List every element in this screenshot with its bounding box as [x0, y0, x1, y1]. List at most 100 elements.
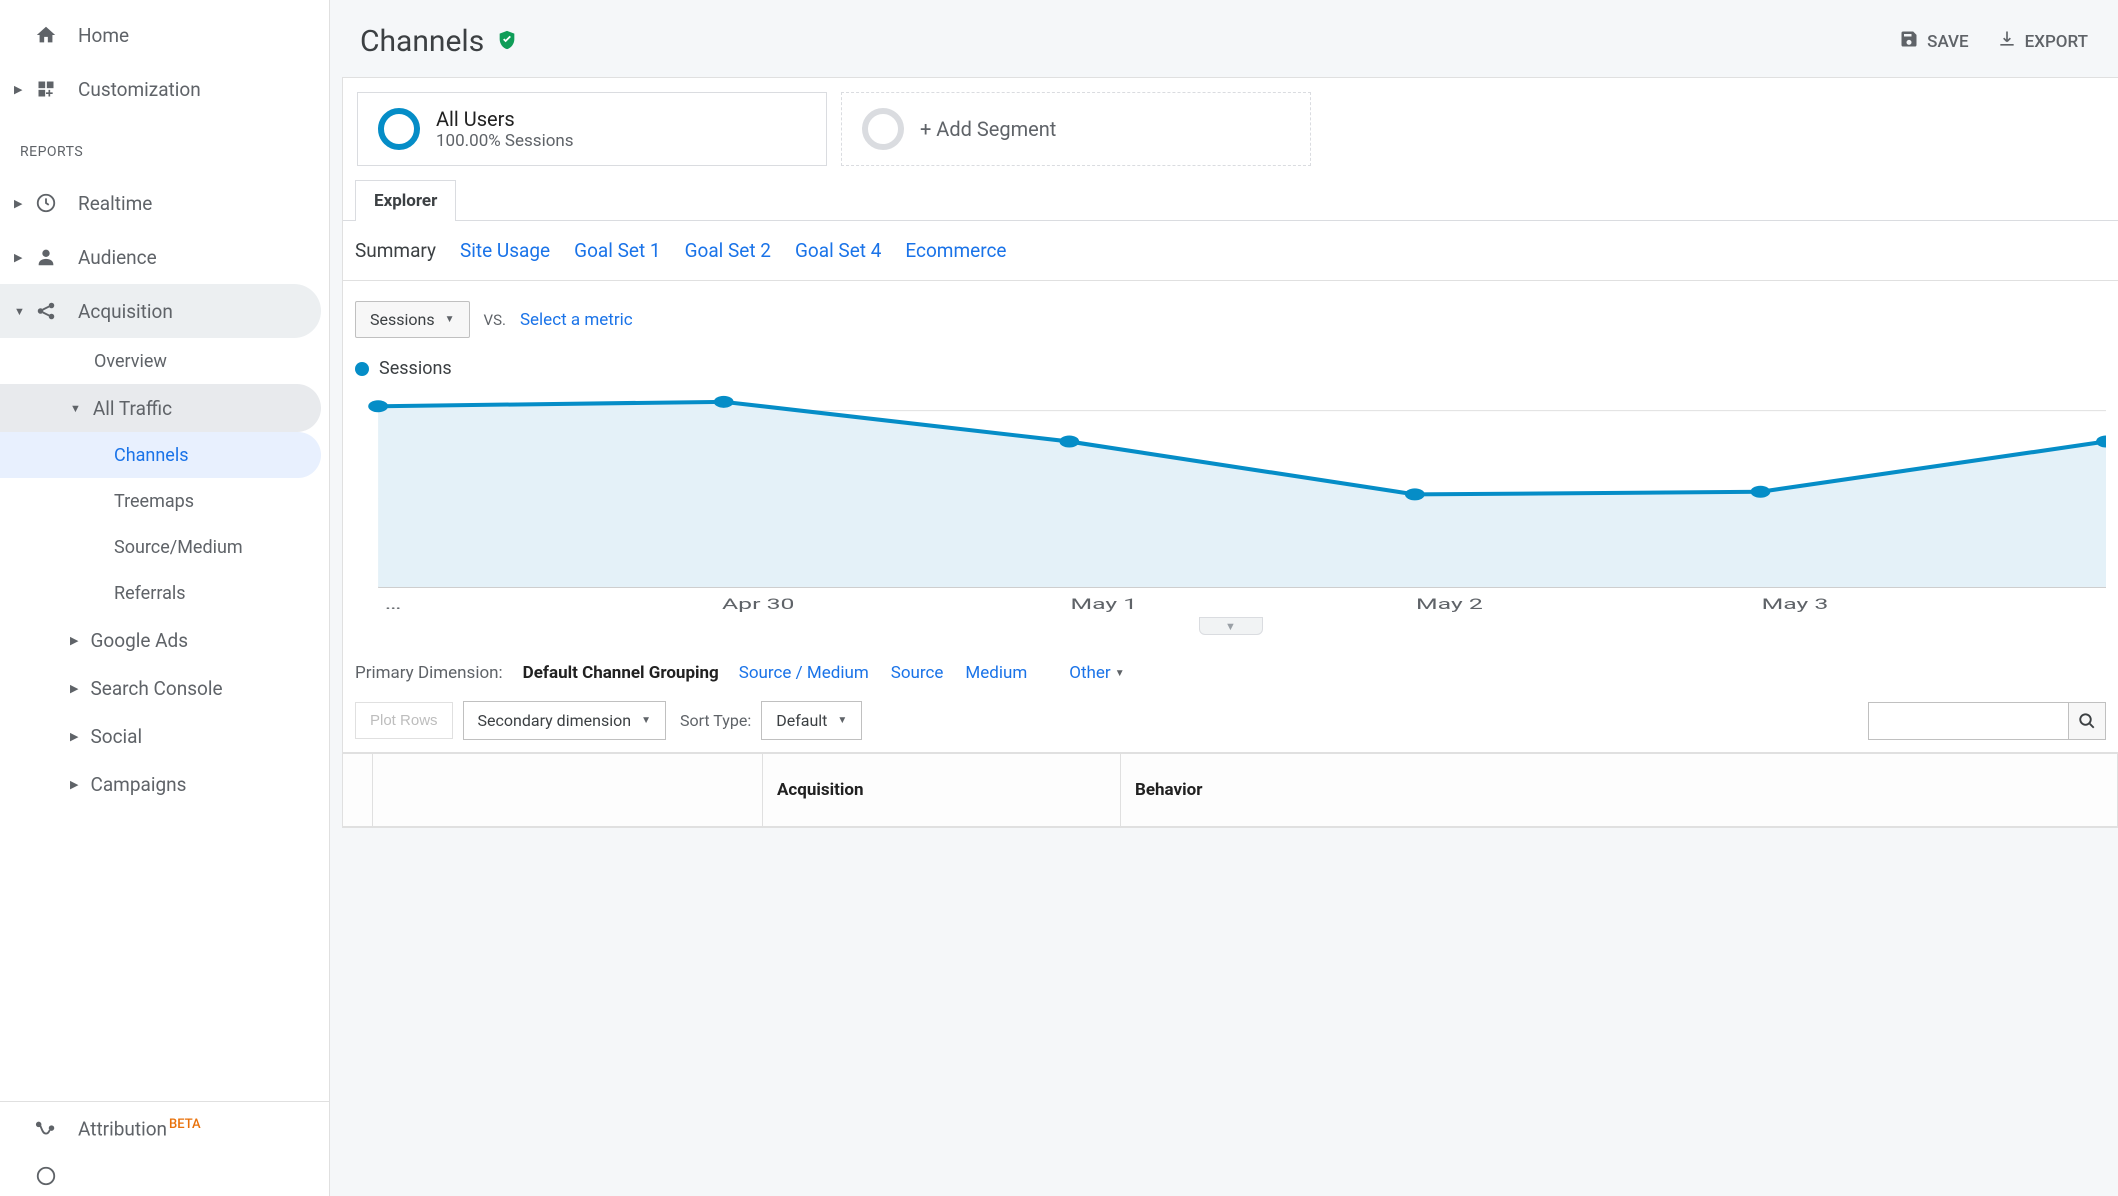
subnav-google-ads-label: Google Ads — [90, 629, 188, 652]
chart-legend-label: Sessions — [379, 358, 452, 379]
dimension-link-medium[interactable]: Medium — [965, 663, 1027, 683]
th-checkbox — [343, 754, 373, 827]
subnav-all-traffic[interactable]: ▼ All Traffic — [0, 384, 321, 432]
secondary-dimension-dropdown[interactable]: Secondary dimension ▼ — [463, 701, 666, 740]
subnav-google-ads[interactable]: ▶ Google Ads — [0, 616, 329, 664]
nav-realtime[interactable]: ▶ Realtime — [0, 176, 329, 230]
nav-audience-label: Audience — [78, 246, 157, 269]
th-behavior: Behavior — [1121, 754, 2118, 827]
table-search-button[interactable] — [2068, 702, 2106, 740]
download-icon — [1997, 29, 2017, 54]
th-dimension — [373, 754, 763, 827]
metric-primary-label: Sessions — [370, 310, 435, 329]
segment-title: All Users — [436, 107, 574, 131]
subnav-campaigns[interactable]: ▶ Campaigns — [0, 760, 329, 808]
nav-audience[interactable]: ▶ Audience — [0, 230, 329, 284]
vs-label: VS. — [484, 311, 506, 329]
person-icon — [34, 245, 58, 269]
th-acquisition: Acquisition — [763, 754, 1121, 827]
subtab-goal-set-4[interactable]: Goal Set 4 — [795, 239, 881, 262]
subtab-goal-set-1[interactable]: Goal Set 1 — [574, 239, 660, 262]
add-segment-button[interactable]: + Add Segment — [841, 92, 1311, 166]
segment-circle-empty-icon — [862, 108, 904, 150]
sidebar: Home ▶ Customization REPORTS ▶ Realtime … — [0, 0, 330, 1196]
dimension-active[interactable]: Default Channel Grouping — [523, 663, 719, 683]
table-header-row: Acquisition Behavior — [343, 753, 2118, 827]
caret-right-icon: ▶ — [70, 634, 78, 647]
caret-down-icon: ▼ — [837, 715, 847, 726]
nav-discover[interactable] — [0, 1156, 329, 1196]
subnav-channels[interactable]: Channels — [0, 432, 321, 478]
nav-acquisition[interactable]: ▼ Acquisition — [0, 284, 321, 338]
subnav-search-console[interactable]: ▶ Search Console — [0, 664, 329, 712]
chart-resize-handle[interactable]: ▼ — [1199, 617, 1263, 635]
subnav-all-traffic-label: All Traffic — [93, 397, 172, 420]
nav-home-label: Home — [78, 24, 129, 47]
caret-right-icon: ▶ — [70, 730, 78, 743]
svg-text:Apr 30: Apr 30 — [722, 595, 794, 613]
subtab-site-usage[interactable]: Site Usage — [460, 239, 550, 262]
nav-acquisition-label: Acquisition — [78, 300, 173, 323]
subnav-treemaps[interactable]: Treemaps — [0, 478, 329, 524]
metric-primary-dropdown[interactable]: Sessions ▼ — [355, 301, 470, 338]
nav-realtime-label: Realtime — [78, 192, 152, 215]
subnav-search-console-label: Search Console — [90, 677, 222, 700]
svg-text:May 3: May 3 — [1762, 595, 1829, 613]
dimension-other-label: Other — [1069, 663, 1110, 683]
save-button[interactable]: SAVE — [1899, 29, 1968, 54]
discover-icon — [34, 1164, 58, 1188]
sort-type-label: Sort Type: — [680, 711, 751, 730]
shield-check-icon — [496, 29, 518, 55]
nav-customization[interactable]: ▶ Customization — [0, 62, 329, 116]
subtab-ecommerce[interactable]: Ecommerce — [905, 239, 1006, 262]
subnav-social-label: Social — [90, 725, 142, 748]
main-content: Channels SAVE EXPORT — [330, 0, 2118, 1196]
subnav-campaigns-label: Campaigns — [90, 773, 186, 796]
segment-all-users[interactable]: All Users 100.00% Sessions — [357, 92, 827, 166]
caret-right-icon: ▶ — [14, 83, 28, 96]
export-button[interactable]: EXPORT — [1997, 29, 2088, 54]
chart-area: Sessions 100200…Apr 30May 1May 2May 3 ▼ — [343, 348, 2118, 635]
dimension-link-source-medium[interactable]: Source / Medium — [739, 663, 869, 683]
dimension-link-source[interactable]: Source — [891, 663, 944, 683]
save-label: SAVE — [1927, 32, 1968, 52]
tab-explorer[interactable]: Explorer — [355, 180, 456, 221]
select-metric-link[interactable]: Select a metric — [520, 310, 633, 330]
subnav-social[interactable]: ▶ Social — [0, 712, 329, 760]
home-icon — [34, 23, 58, 47]
dimension-other-dropdown[interactable]: Other ▼ — [1069, 663, 1124, 683]
caret-right-icon: ▶ — [14, 251, 28, 264]
subnav-overview[interactable]: Overview — [0, 338, 329, 384]
sort-type-dropdown[interactable]: Default ▼ — [761, 701, 862, 740]
caret-right-icon: ▶ — [70, 682, 78, 695]
nav-home[interactable]: Home — [0, 8, 329, 62]
caret-right-icon: ▶ — [70, 778, 78, 791]
search-icon — [2078, 712, 2096, 730]
caret-down-icon: ▼ — [14, 305, 28, 318]
sessions-chart: 100200…Apr 30May 1May 2May 3 — [355, 387, 2106, 617]
dashboard-icon — [34, 77, 58, 101]
nav-attribution-label: AttributionBETA — [78, 1117, 201, 1140]
svg-text:May 1: May 1 — [1070, 595, 1137, 613]
caret-down-icon: ▼ — [445, 314, 455, 325]
table-search-input[interactable] — [1868, 702, 2068, 740]
export-label: EXPORT — [2025, 32, 2088, 52]
legend-dot-icon — [355, 362, 369, 376]
segment-subtitle: 100.00% Sessions — [436, 131, 574, 151]
clock-icon — [34, 191, 58, 215]
secondary-dimension-label: Secondary dimension — [478, 711, 632, 730]
subtab-summary[interactable]: Summary — [355, 239, 436, 262]
subtab-goal-set-2[interactable]: Goal Set 2 — [685, 239, 771, 262]
page-title: Channels — [360, 24, 484, 59]
attribution-icon — [34, 1117, 58, 1141]
subnav-referrals[interactable]: Referrals — [0, 570, 329, 616]
save-icon — [1899, 29, 1919, 54]
share-icon — [34, 299, 58, 323]
reports-section-label: REPORTS — [0, 116, 329, 176]
primary-dimension-label: Primary Dimension: — [355, 663, 503, 683]
sort-type-value: Default — [776, 711, 827, 730]
nav-attribution[interactable]: AttributionBETA — [0, 1102, 329, 1156]
subnav-source-medium[interactable]: Source/Medium — [0, 524, 329, 570]
svg-text:…: … — [385, 595, 402, 613]
caret-down-icon: ▼ — [1115, 668, 1125, 679]
